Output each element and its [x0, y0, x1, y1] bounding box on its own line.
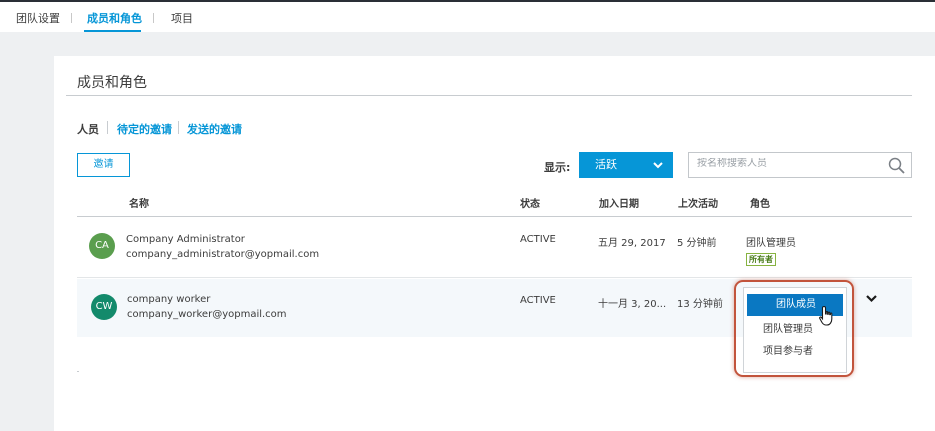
status-filter-value: 活跃	[595, 158, 617, 171]
tab-projects[interactable]: 项目	[171, 10, 193, 26]
callout-highlight	[734, 280, 854, 377]
subtab-sent-invites[interactable]: 发送的邀请	[187, 121, 242, 137]
chevron-down-icon	[653, 162, 663, 169]
member-role: 团队管理员	[746, 238, 796, 249]
avatar: CW	[91, 294, 117, 320]
member-email: company_worker@yopmail.com	[127, 309, 287, 320]
subtab-separator	[107, 121, 108, 134]
table-footer-mark	[77, 371, 79, 372]
column-header-name[interactable]: 名称	[129, 195, 149, 210]
header-band	[0, 32, 935, 56]
member-name: company worker	[127, 294, 211, 305]
invite-button[interactable]: 邀请	[77, 153, 130, 177]
member-joined-date: 五月 29, 2017	[598, 238, 666, 249]
tab-team-settings[interactable]: 团队设置	[16, 10, 60, 26]
column-header-status[interactable]: 状态	[520, 195, 540, 210]
tab-separator	[71, 13, 72, 23]
tab-members-and-roles[interactable]: 成员和角色	[87, 10, 142, 26]
member-name: Company Administrator	[126, 234, 245, 245]
status-filter-select[interactable]: 活跃	[579, 152, 673, 178]
page-title: 成员和角色	[77, 75, 147, 91]
column-header-role[interactable]: 角色	[750, 195, 770, 210]
search-icon[interactable]	[888, 157, 905, 174]
member-last-active: 5 分钟前	[677, 238, 717, 249]
subtab-people[interactable]: 人员	[77, 121, 99, 137]
top-navigation: 团队设置 成员和角色 项目	[0, 0, 935, 33]
column-header-last-active[interactable]: 上次活动	[678, 195, 718, 210]
member-last-active: 13 分钟前	[677, 299, 723, 310]
tab-separator	[153, 13, 154, 23]
search-input[interactable]	[697, 158, 877, 169]
column-header-joined[interactable]: 加入日期	[599, 195, 639, 210]
hand-cursor-icon	[819, 305, 833, 326]
search-box[interactable]	[688, 152, 912, 178]
subtab-separator	[178, 121, 179, 134]
member-joined-date: 十一月 3, 20...	[598, 299, 667, 310]
avatar: CA	[89, 233, 115, 259]
member-status: ACTIVE	[520, 234, 556, 245]
member-email: company_administrator@yopmail.com	[126, 249, 320, 260]
owner-badge: 所有者	[746, 253, 776, 266]
status-filter-label: 显示:	[544, 161, 571, 174]
subtab-pending-invites[interactable]: 待定的邀请	[117, 121, 172, 137]
member-status: ACTIVE	[520, 295, 556, 306]
title-divider	[66, 95, 912, 96]
chevron-down-icon[interactable]	[866, 294, 877, 303]
